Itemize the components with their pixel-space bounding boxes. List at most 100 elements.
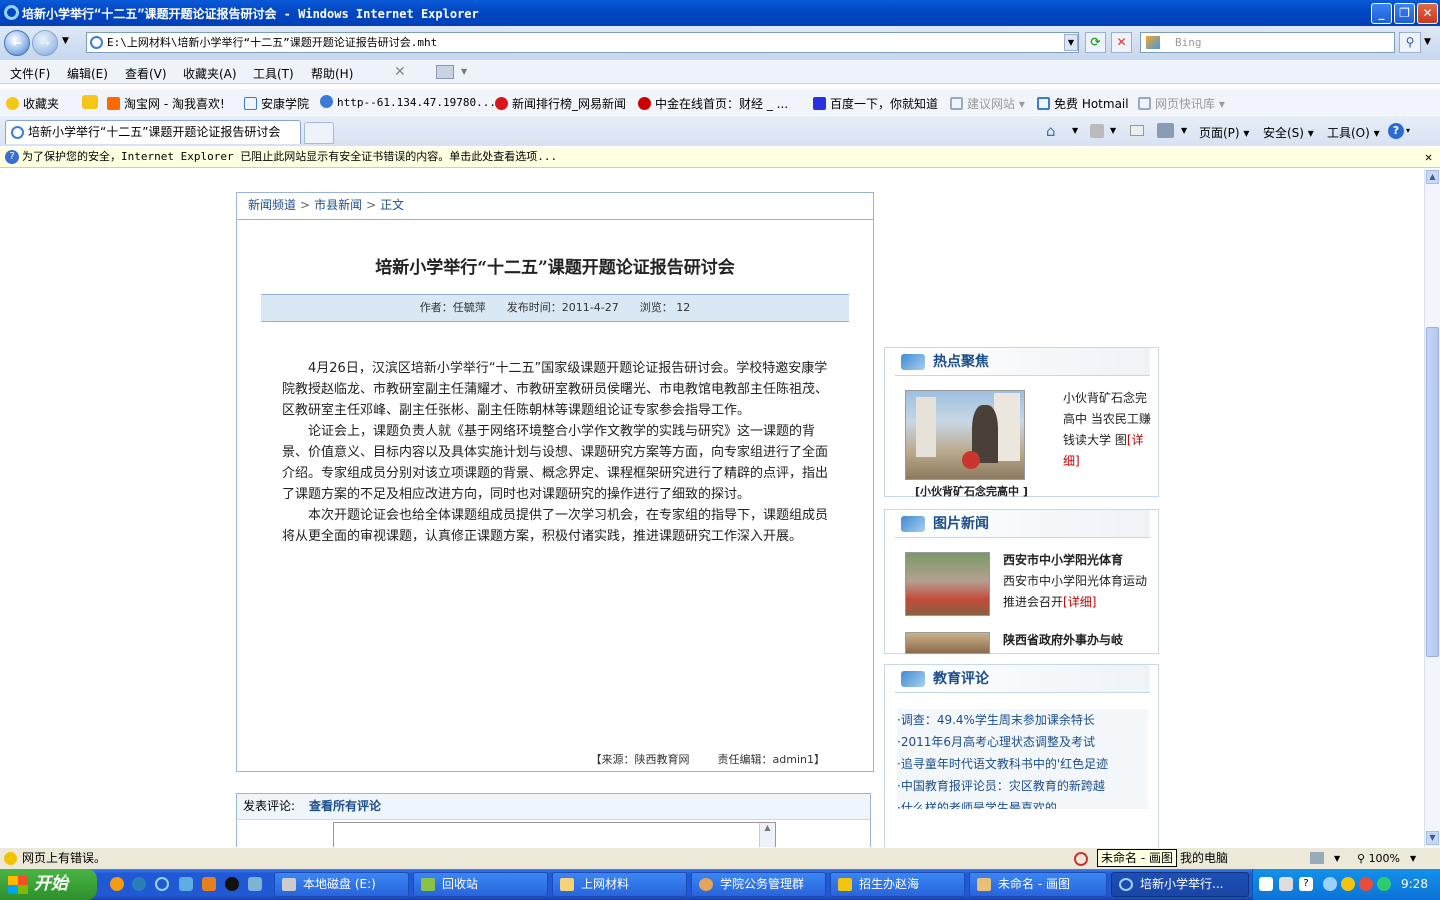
scroll-down-icon[interactable]: ▼: [1426, 831, 1439, 845]
safety-menu[interactable]: 安全(S) ▾: [1263, 124, 1314, 141]
hot-news-title-cut[interactable]: [小伙背矿石念完高中 ]: [915, 484, 1028, 498]
fav-item-ip[interactable]: http--61.134.47.19780...: [320, 95, 496, 109]
tray-icon[interactable]: [1259, 877, 1273, 891]
fav-item-hotmail[interactable]: 免费 Hotmail: [1037, 95, 1129, 112]
photo-news-item2-title[interactable]: 陕西省政府外事办与岐: [1003, 630, 1153, 651]
tray-icon[interactable]: [1359, 877, 1373, 891]
feeds-dropdown-icon[interactable]: ▼: [1110, 126, 1116, 135]
tray-icon[interactable]: [1341, 877, 1355, 891]
menu-favorites[interactable]: 收藏夹(A): [183, 65, 237, 82]
zoom-level[interactable]: ⚲ 100%: [1357, 848, 1400, 869]
task-chat[interactable]: 招生办赵海: [830, 872, 965, 897]
photo-news-more-link[interactable]: [详细]: [1063, 595, 1096, 609]
fav-item-webslice[interactable]: 网页快讯库 ▾: [1138, 95, 1225, 112]
history-dropdown-icon[interactable]: ▼: [62, 36, 69, 46]
address-input[interactable]: E:\上网材料\培新小学举行“十二五”课题开题论证报告研讨会.mht: [86, 32, 1079, 53]
quicklaunch-icon[interactable]: [110, 877, 124, 891]
menu-help[interactable]: 帮助(H): [311, 65, 353, 82]
tray-icon[interactable]: [1323, 877, 1337, 891]
new-tab-button[interactable]: [304, 122, 334, 144]
edu-review-item[interactable]: ·2011年6月高考心理状态调整及考试: [897, 731, 1148, 753]
vertical-scrollbar[interactable]: ▲ ▼: [1424, 169, 1440, 847]
task-folder[interactable]: 上网材料: [552, 872, 687, 897]
print-icon[interactable]: [1157, 123, 1174, 138]
clock[interactable]: 9:28: [1401, 869, 1428, 899]
search-options-icon[interactable]: ▼: [1424, 37, 1431, 47]
window-title-bar[interactable]: 培新小学举行“十二五”课题开题论证报告研讨会 - Windows Interne…: [0, 0, 1440, 26]
home-dropdown-icon[interactable]: ▼: [1072, 126, 1078, 135]
task-recycle-bin[interactable]: 回收站: [413, 872, 548, 897]
back-button[interactable]: ←: [4, 30, 30, 56]
page-menu[interactable]: 页面(P) ▾: [1199, 124, 1249, 141]
scroll-thumb[interactable]: [1426, 327, 1439, 657]
task-qq-group[interactable]: 学院公务管理群: [691, 872, 826, 897]
task-paint[interactable]: 未命名 - 画图: [969, 872, 1107, 897]
breadcrumb-county[interactable]: 市县新闻: [314, 198, 362, 212]
fav-item-cnfol[interactable]: 中金在线首页：财经 _ ...: [638, 95, 788, 112]
fav-item-netease[interactable]: 新闻排行榜_网易新闻: [495, 95, 626, 112]
edu-review-item[interactable]: ·中国教育报评论员：灾区教育的新跨越: [897, 775, 1148, 797]
photo-news-item1-desc[interactable]: 西安市中小学阳光体育运动推进会召开[详细]: [1003, 571, 1153, 613]
address-dropdown-icon[interactable]: ▼: [1064, 34, 1078, 51]
photo-news-image[interactable]: [905, 552, 990, 616]
menu-view[interactable]: 查看(V): [125, 65, 167, 82]
tools-menu[interactable]: 工具(O) ▾: [1327, 124, 1380, 141]
add-favorite-icon[interactable]: [82, 95, 98, 109]
breadcrumb-current[interactable]: 正文: [380, 198, 404, 212]
tray-icon[interactable]: [1279, 877, 1293, 891]
edu-review-item[interactable]: ·什么样的老师是学生最喜欢的: [897, 797, 1148, 809]
photo-news-image-2[interactable]: [905, 632, 990, 654]
maximize-button[interactable]: ❐: [1394, 3, 1415, 24]
search-button[interactable]: ⚲: [1399, 32, 1421, 53]
photo-news-item1-title[interactable]: 西安市中小学阳光体育: [1003, 550, 1153, 571]
comment-textarea[interactable]: ▲: [333, 822, 776, 847]
fav-item-ankang[interactable]: 安康学院: [244, 95, 309, 112]
start-button[interactable]: 开始: [0, 869, 97, 900]
menu-file[interactable]: 文件(F): [10, 65, 50, 82]
warning-icon[interactable]: [4, 852, 17, 865]
print-dropdown-icon[interactable]: ▼: [1181, 126, 1187, 135]
home-icon[interactable]: ⌂: [1046, 122, 1056, 140]
close-icon[interactable]: ✕: [394, 64, 406, 80]
status-text[interactable]: 网页上有错误。: [22, 848, 106, 869]
hot-news-image[interactable]: [905, 390, 1025, 480]
close-button[interactable]: ✕: [1417, 3, 1438, 24]
help-dropdown-icon[interactable]: ▾: [1406, 126, 1410, 135]
help-icon[interactable]: ?: [1388, 123, 1404, 139]
fav-item-baidu[interactable]: 百度一下，你就知道: [813, 95, 938, 112]
scroll-up-icon[interactable]: ▲: [1426, 170, 1439, 184]
blocked-icon[interactable]: [1074, 852, 1088, 866]
forward-button[interactable]: →: [32, 30, 58, 56]
chevron-down-icon[interactable]: ▼: [461, 67, 467, 76]
feeds-icon[interactable]: [1090, 124, 1104, 138]
quicklaunch-icon[interactable]: [248, 877, 262, 891]
network-icon[interactable]: [1377, 877, 1391, 891]
chevron-down-icon[interactable]: ▼: [1334, 848, 1340, 869]
breadcrumb-news[interactable]: 新闻频道: [248, 198, 296, 212]
fav-item-suggested[interactable]: 建议网站 ▾: [950, 95, 1025, 112]
ie-icon[interactable]: [155, 877, 169, 891]
convert-icon[interactable]: [436, 65, 454, 79]
stop-icon[interactable]: ✕: [1111, 32, 1132, 53]
close-infobar-icon[interactable]: ✕: [1425, 147, 1432, 167]
quicklaunch-icon[interactable]: [202, 877, 216, 891]
view-all-comments-link[interactable]: 查看所有评论: [309, 799, 381, 813]
fav-item-taobao[interactable]: 淘宝网 - 淘我喜欢!: [107, 95, 225, 112]
tab-active[interactable]: 培新小学举行“十二五”课题开题论证报告研讨会: [5, 120, 301, 144]
media-player-icon[interactable]: [132, 877, 146, 891]
refresh-icon[interactable]: ⟳: [1085, 32, 1106, 53]
minimize-button[interactable]: _: [1371, 3, 1392, 24]
protected-mode-icon[interactable]: [1310, 852, 1324, 864]
desktop-icon[interactable]: [179, 877, 193, 891]
qq-icon[interactable]: [225, 877, 239, 891]
mail-icon[interactable]: [1130, 125, 1144, 136]
task-ie-active[interactable]: 培新小学举行...: [1111, 872, 1249, 897]
help-icon[interactable]: ?: [1299, 877, 1313, 891]
menu-edit[interactable]: 编辑(E): [67, 65, 108, 82]
edu-review-item[interactable]: ·追寻童年时代语文教科书中的'红色足迹: [897, 753, 1148, 775]
task-local-disk[interactable]: 本地磁盘 (E:): [274, 872, 409, 897]
textarea-scrollbar[interactable]: ▲: [759, 823, 775, 847]
menu-tools[interactable]: 工具(T): [253, 65, 294, 82]
favorites-button[interactable]: 收藏夹: [6, 95, 59, 112]
edu-review-item[interactable]: ·调查：49.4%学生周末参加课余特长: [897, 709, 1148, 731]
